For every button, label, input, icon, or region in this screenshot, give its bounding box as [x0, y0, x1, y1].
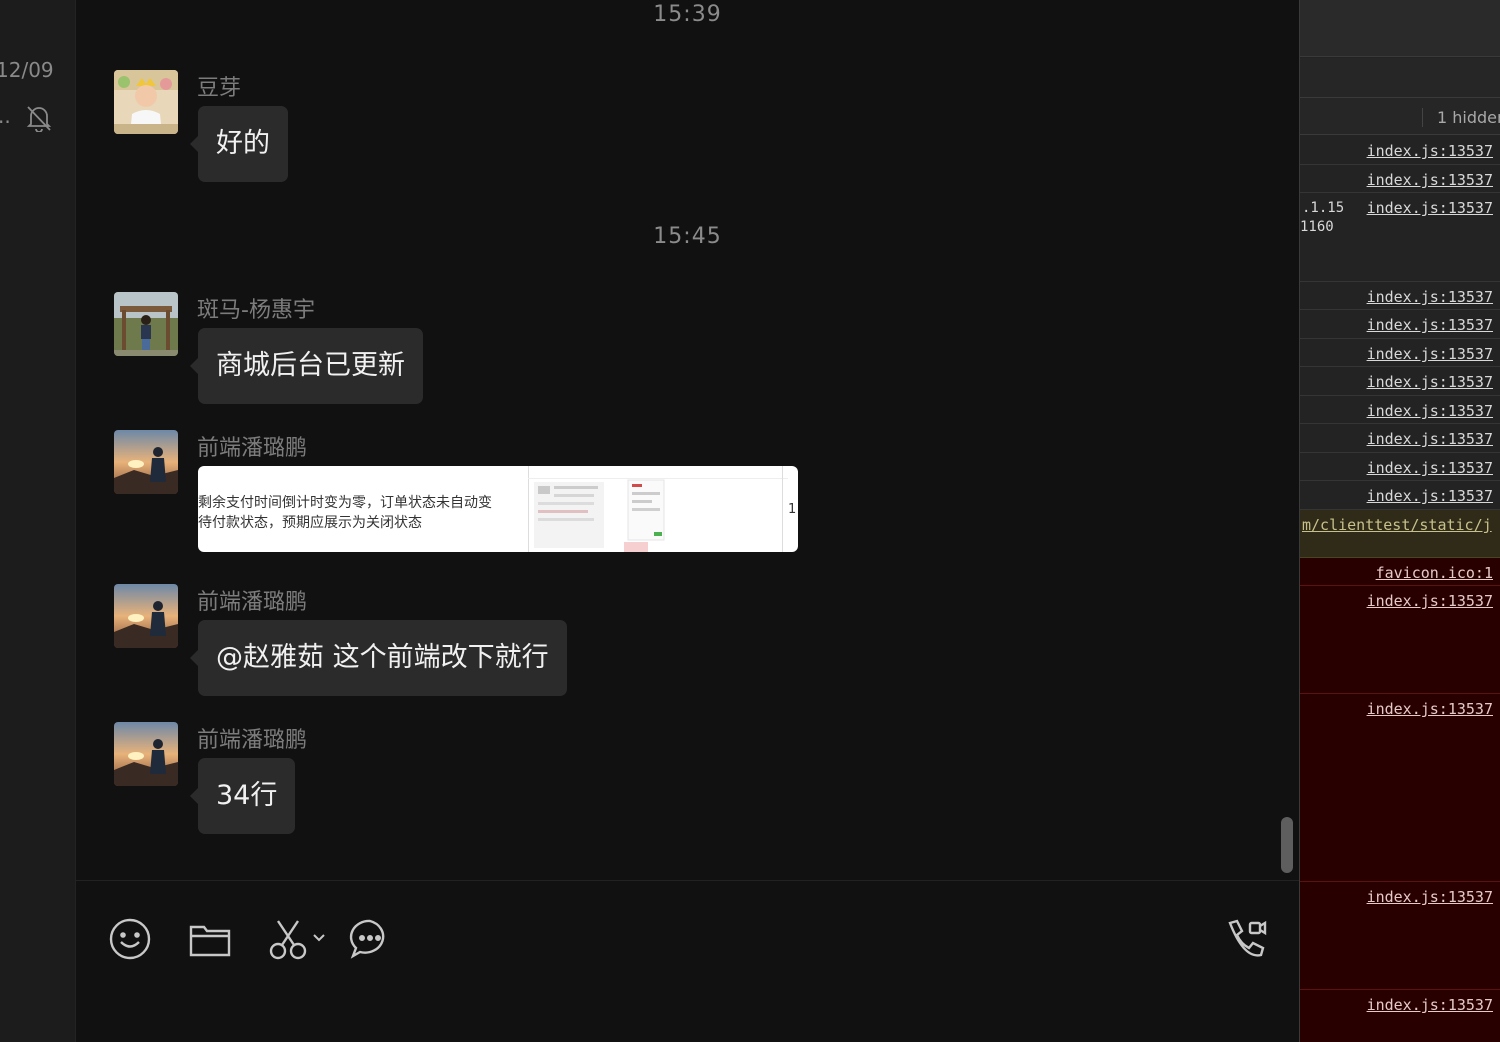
chat-scrollbar[interactable]: [1281, 817, 1293, 873]
avatar[interactable]: [114, 70, 178, 134]
console-error-row: favicon.ico:1: [1300, 558, 1500, 586]
message-bubble[interactable]: @赵雅茹 这个前端改下就行: [190, 620, 567, 696]
console-row: index.js:13537: [1300, 136, 1500, 165]
console-error-row: index.js:13537: [1300, 882, 1500, 990]
timestamp: 15:45: [653, 224, 722, 249]
console-error-row: index.js:13537: [1300, 990, 1500, 1042]
console-row: index.js:13537: [1300, 367, 1500, 396]
conversation-list-strip: 12/09 ..: [0, 0, 76, 1042]
source-link[interactable]: index.js:13537: [1367, 700, 1493, 718]
avatar[interactable]: [114, 722, 178, 786]
console-row: index.js:13537: [1300, 165, 1500, 193]
source-link[interactable]: index.js:13537: [1367, 459, 1493, 477]
console-warning-row: m/clienttest/static/j: [1300, 510, 1500, 558]
sender-name: 豆芽: [197, 76, 242, 101]
sender-name: 前端潘璐鹏: [197, 728, 308, 753]
devtools-console-panel[interactable]: 1 hidder index.js:13537 index.js:13537 .…: [1299, 0, 1500, 1042]
avatar[interactable]: [114, 430, 178, 494]
console-error-row: index.js:13537: [1300, 694, 1500, 882]
bell-off-icon: [26, 104, 52, 133]
source-link[interactable]: index.js:13537: [1367, 996, 1493, 1014]
timestamp: 15:39: [653, 2, 722, 27]
sender-name: 前端潘璐鹏: [197, 590, 308, 615]
source-link[interactable]: index.js:13537: [1367, 171, 1493, 189]
source-link[interactable]: index.js:13537: [1367, 288, 1493, 306]
console-row: index.js:13537: [1300, 282, 1500, 310]
source-link[interactable]: index.js:13537: [1367, 373, 1493, 391]
avatar[interactable]: [114, 292, 178, 356]
message-bubble[interactable]: 好的: [190, 106, 288, 182]
image-message[interactable]: 剩余支付时间倒计时变为零，订单状态未自动变 待付款状态，预期应展示为关闭状态 1: [198, 466, 798, 552]
console-row: index.js:13537: [1300, 396, 1500, 424]
source-link[interactable]: m/clienttest/static/j: [1302, 516, 1492, 534]
source-link[interactable]: index.js:13537: [1367, 142, 1493, 160]
conversation-date: 12/09: [0, 58, 54, 82]
console-row: index.js:13537: [1300, 310, 1500, 339]
scissors-icon[interactable]: [268, 917, 334, 961]
sender-name: 斑马-杨惠宇: [197, 298, 315, 323]
message-bubble[interactable]: 34行: [189, 758, 296, 834]
message-bubble[interactable]: 商城后台已更新: [190, 328, 423, 404]
devtools-toolbar: [1300, 58, 1500, 98]
image-text-line: 剩余支付时间倒计时变为零，订单状态未自动变: [198, 495, 492, 511]
console-row: index.js:13537: [1300, 453, 1500, 481]
call-icon[interactable]: [1224, 917, 1268, 961]
source-link[interactable]: index.js:13537: [1367, 430, 1493, 448]
source-link[interactable]: index.js:13537: [1367, 888, 1493, 906]
devtools-header: [1300, 0, 1500, 57]
chat-message-area[interactable]: 15:39 豆芽 好的 15:45 斑马-杨惠宇 商城后台已更新 前端潘璐鹏 剩…: [76, 0, 1299, 880]
avatar[interactable]: [114, 584, 178, 648]
conversation-preview-ellipsis: ..: [0, 104, 11, 128]
log-snippet: 1160: [1300, 219, 1334, 235]
source-link[interactable]: index.js:13537: [1367, 199, 1493, 217]
hidden-messages-count[interactable]: 1 hidder: [1422, 108, 1500, 127]
image-text-line: 待付款状态，预期应展示为关闭状态: [198, 515, 422, 531]
message-composer[interactable]: [76, 880, 1299, 1042]
console-row: index.js:13537: [1300, 424, 1500, 453]
source-link[interactable]: index.js:13537: [1367, 345, 1493, 363]
image-thumbnail-content: [528, 466, 788, 552]
source-link[interactable]: index.js:13537: [1367, 402, 1493, 420]
folder-icon[interactable]: [188, 917, 232, 961]
source-link[interactable]: index.js:13537: [1367, 592, 1493, 610]
emoji-icon[interactable]: [108, 917, 152, 961]
console-row: .1.15 1160 index.js:13537: [1300, 193, 1500, 282]
source-link[interactable]: index.js:13537: [1367, 316, 1493, 334]
console-row: index.js:13537: [1300, 339, 1500, 367]
console-row: index.js:13537: [1300, 481, 1500, 510]
chat-history-icon[interactable]: [348, 917, 392, 961]
console-error-row: index.js:13537: [1300, 586, 1500, 694]
image-number: 1: [788, 502, 797, 517]
sender-name: 前端潘璐鹏: [197, 436, 308, 461]
log-snippet: .1.15: [1302, 200, 1345, 216]
source-link[interactable]: index.js:13537: [1367, 487, 1493, 505]
source-link[interactable]: favicon.ico:1: [1376, 564, 1493, 582]
